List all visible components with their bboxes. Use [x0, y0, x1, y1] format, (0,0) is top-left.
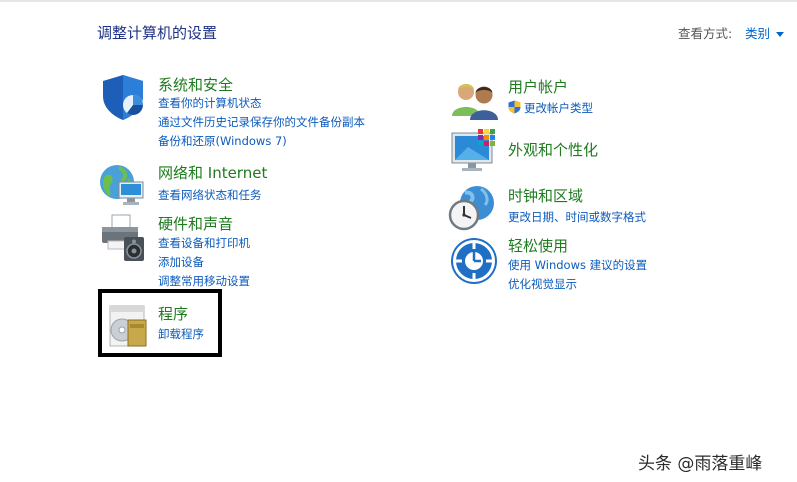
link-change-account-type[interactable]: 更改帐户类型	[508, 100, 593, 116]
view-by-dropdown[interactable]: 类别	[745, 23, 785, 42]
link-network-status[interactable]: 查看网络状态和任务	[158, 187, 262, 203]
view-by-label: 查看方式:	[678, 26, 733, 41]
programs-disc-icon[interactable]	[106, 302, 156, 352]
category-title-network[interactable]: 网络和 Internet	[158, 162, 267, 183]
category-title-programs[interactable]: 程序	[158, 303, 188, 324]
network-globe-icon[interactable]	[97, 160, 147, 210]
category-title-user-accounts[interactable]: 用户帐户	[508, 76, 568, 97]
link-add-device[interactable]: 添加设备	[158, 254, 204, 270]
users-icon[interactable]	[450, 76, 500, 126]
clock-globe-icon[interactable]	[447, 183, 497, 233]
shield-icon[interactable]	[99, 72, 149, 122]
watermark-text: 头条 @雨落重峰	[638, 454, 763, 474]
page-title: 调整计算机的设置	[97, 24, 218, 42]
chevron-down-icon	[776, 32, 785, 37]
category-title-ease-of-access[interactable]: 轻松使用	[508, 235, 568, 256]
link-windows-recommended-settings[interactable]: 使用 Windows 建议的设置	[508, 257, 647, 273]
view-by-value: 类别	[745, 26, 771, 41]
category-title-clock-region[interactable]: 时钟和区域	[508, 185, 583, 206]
appearance-monitor-icon[interactable]	[450, 127, 500, 177]
link-backup-restore[interactable]: 备份和还原(Windows 7)	[158, 133, 287, 149]
link-change-account-type-label: 更改帐户类型	[524, 101, 593, 115]
link-devices-printers[interactable]: 查看设备和打印机	[158, 235, 250, 251]
link-file-history-backup[interactable]: 通过文件历史记录保存你的文件备份副本	[158, 114, 365, 130]
link-optimize-visual-display[interactable]: 优化视觉显示	[508, 276, 577, 292]
category-title-hardware[interactable]: 硬件和声音	[158, 213, 233, 234]
top-divider	[0, 0, 797, 2]
link-view-computer-status[interactable]: 查看你的计算机状态	[158, 95, 262, 111]
printer-speaker-icon[interactable]	[98, 213, 148, 263]
link-change-date-time-format[interactable]: 更改日期、时间或数字格式	[508, 209, 646, 225]
category-title-appearance[interactable]: 外观和个性化	[508, 139, 598, 160]
link-mobility-settings[interactable]: 调整常用移动设置	[158, 273, 250, 289]
ease-of-access-icon[interactable]	[449, 236, 499, 286]
category-title-system-security[interactable]: 系统和安全	[158, 74, 233, 95]
uac-shield-icon	[508, 100, 521, 114]
link-uninstall-program[interactable]: 卸载程序	[158, 326, 204, 342]
